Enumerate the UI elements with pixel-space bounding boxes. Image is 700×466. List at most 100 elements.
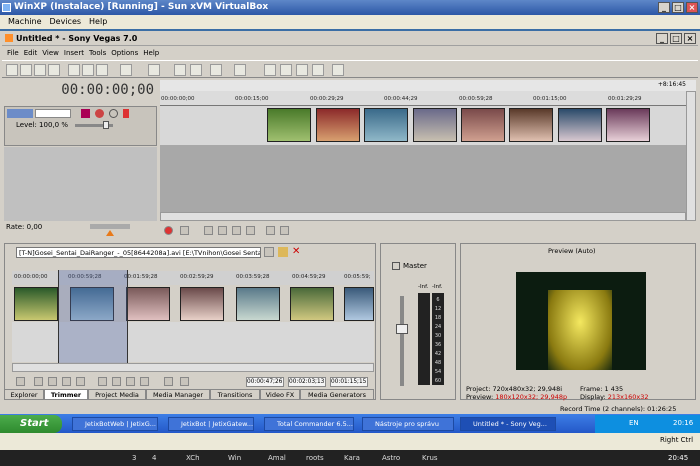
- redo-icon[interactable]: [148, 64, 160, 76]
- close-button[interactable]: ×: [686, 2, 698, 13]
- bypass-motion-blur-icon[interactable]: [81, 109, 90, 118]
- trimmer-end-icon[interactable]: [140, 377, 149, 386]
- tab-transitions[interactable]: Transitions: [210, 389, 260, 400]
- render-icon[interactable]: [174, 64, 186, 76]
- trimmer-stop-icon[interactable]: [76, 377, 85, 386]
- trimmer-selection[interactable]: [58, 270, 128, 363]
- tab-media-generators[interactable]: Media Generators: [300, 389, 374, 400]
- timeline-vertical-scrollbar[interactable]: [686, 91, 696, 221]
- menu-help[interactable]: Help: [89, 17, 107, 26]
- trimmer-file-select[interactable]: [T-N]Gosei_Sentai_DaiRanger_-_05[8644208…: [16, 247, 261, 258]
- mute-icon[interactable]: [109, 109, 118, 118]
- clip-thumbnail[interactable]: [509, 108, 553, 142]
- go-to-end-icon[interactable]: [280, 226, 289, 235]
- trimmer-start-icon[interactable]: [98, 377, 107, 386]
- new-icon[interactable]: [6, 64, 18, 76]
- menu-options[interactable]: Options: [111, 49, 138, 57]
- trimmer-open-icon[interactable]: [278, 247, 288, 257]
- host-taskbar-item[interactable]: Astro: [382, 452, 400, 464]
- taskbar-item[interactable]: Nástroje pro správu: [362, 417, 454, 431]
- track-fx-icon[interactable]: [95, 109, 104, 118]
- add-to-timeline-end-icon[interactable]: [180, 377, 189, 386]
- clip-thumbnail[interactable]: [413, 108, 457, 142]
- rate-thumb-icon[interactable]: [106, 230, 114, 236]
- clip-thumbnail[interactable]: [316, 108, 360, 142]
- track-name-field[interactable]: [35, 109, 71, 118]
- taskbar-item[interactable]: JetixBot | JetixGatew...: [168, 417, 254, 431]
- undo-icon[interactable]: [120, 64, 132, 76]
- selection-tool-icon[interactable]: [296, 64, 308, 76]
- host-taskbar-item[interactable]: 3: [132, 452, 136, 464]
- add-to-timeline-icon[interactable]: [164, 377, 173, 386]
- go-to-start-icon[interactable]: [266, 226, 275, 235]
- menu-file[interactable]: File: [7, 49, 19, 57]
- trimmer-play-icon[interactable]: [48, 377, 57, 386]
- trimmer-next-frame-icon[interactable]: [126, 377, 135, 386]
- menu-help-vegas[interactable]: Help: [143, 49, 159, 57]
- properties-icon[interactable]: [48, 64, 60, 76]
- timeline-empty-area[interactable]: [160, 145, 686, 213]
- trimmer-scrollbar[interactable]: [12, 363, 374, 372]
- tab-explorer[interactable]: Explorer: [4, 389, 44, 400]
- clip-thumbnail[interactable]: [267, 108, 311, 142]
- master-checkbox[interactable]: [392, 262, 400, 270]
- taskbar-item-active[interactable]: Untitled * - Sony Veg...: [460, 417, 556, 431]
- envelope-tool-icon[interactable]: [280, 64, 292, 76]
- taskbar-item[interactable]: Total Commander 6.5...: [264, 417, 354, 431]
- record-icon[interactable]: [164, 226, 173, 235]
- language-indicator[interactable]: EN: [629, 419, 639, 427]
- trimmer-pause-icon[interactable]: [62, 377, 71, 386]
- start-button[interactable]: Start: [0, 415, 62, 433]
- host-taskbar-item[interactable]: Win: [228, 452, 241, 464]
- clip-thumbnail[interactable]: [461, 108, 505, 142]
- menu-devices[interactable]: Devices: [50, 17, 82, 26]
- vegas-minimize-button[interactable]: _: [656, 33, 668, 44]
- menu-view[interactable]: View: [42, 49, 59, 57]
- selection-end-field[interactable]: 00:02:03;13: [288, 377, 326, 387]
- menu-tools[interactable]: Tools: [89, 49, 106, 57]
- timeline-ruler[interactable]: 00:00:00;00 00:00:15;00 00:00:29;29 00:0…: [160, 91, 686, 106]
- timeline-horizontal-scrollbar[interactable]: [160, 212, 686, 221]
- host-taskbar-item[interactable]: XCh: [186, 452, 200, 464]
- tab-project-media[interactable]: Project Media: [88, 389, 146, 400]
- tab-video-fx[interactable]: Video FX: [260, 389, 300, 400]
- help-pointer-icon[interactable]: [332, 64, 344, 76]
- vegas-close-button[interactable]: ×: [684, 33, 696, 44]
- selection-length-field[interactable]: 00:01:15;15: [330, 377, 368, 387]
- preview-quality-select[interactable]: Preview (Auto): [548, 247, 596, 255]
- play-from-start-icon[interactable]: [204, 226, 213, 235]
- normal-edit-tool-icon[interactable]: [264, 64, 276, 76]
- host-taskbar-item[interactable]: 4: [152, 452, 156, 464]
- trimmer-play-from-start-icon[interactable]: [34, 377, 43, 386]
- zoom-tool-icon[interactable]: [312, 64, 324, 76]
- save-icon[interactable]: [34, 64, 46, 76]
- cut-icon[interactable]: [68, 64, 80, 76]
- trimmer-browse-icon[interactable]: [264, 247, 274, 257]
- level-slider-thumb[interactable]: [103, 121, 109, 129]
- lock-envelopes-icon[interactable]: [234, 64, 246, 76]
- trimmer-prev-frame-icon[interactable]: [112, 377, 121, 386]
- clip-thumbnail[interactable]: [606, 108, 650, 142]
- clip-thumbnail[interactable]: [558, 108, 602, 142]
- rate-slider[interactable]: [90, 224, 130, 229]
- menu-edit[interactable]: Edit: [24, 49, 38, 57]
- snap-icon[interactable]: [190, 64, 202, 76]
- host-taskbar-item[interactable]: Kara: [344, 452, 360, 464]
- menu-insert[interactable]: Insert: [64, 49, 84, 57]
- selection-start-field[interactable]: 00:00:47;26: [246, 377, 284, 387]
- minimize-button[interactable]: _: [658, 2, 670, 13]
- solo-icon[interactable]: [123, 109, 129, 118]
- clip-thumbnail[interactable]: [364, 108, 408, 142]
- taskbar-item[interactable]: JetixBotWeb | JetixG...: [72, 417, 158, 431]
- menu-machine[interactable]: Machine: [8, 17, 42, 26]
- copy-icon[interactable]: [82, 64, 94, 76]
- marker-bar[interactable]: +8:16:45: [160, 80, 696, 91]
- master-fader-thumb[interactable]: [396, 324, 408, 334]
- maximize-button[interactable]: □: [672, 2, 684, 13]
- play-icon[interactable]: [218, 226, 227, 235]
- loop-icon[interactable]: [180, 226, 189, 235]
- paste-icon[interactable]: [96, 64, 108, 76]
- trimmer-loop-icon[interactable]: [16, 377, 25, 386]
- trimmer-delete-icon[interactable]: ✕: [292, 247, 302, 257]
- host-taskbar-item[interactable]: roots: [306, 452, 324, 464]
